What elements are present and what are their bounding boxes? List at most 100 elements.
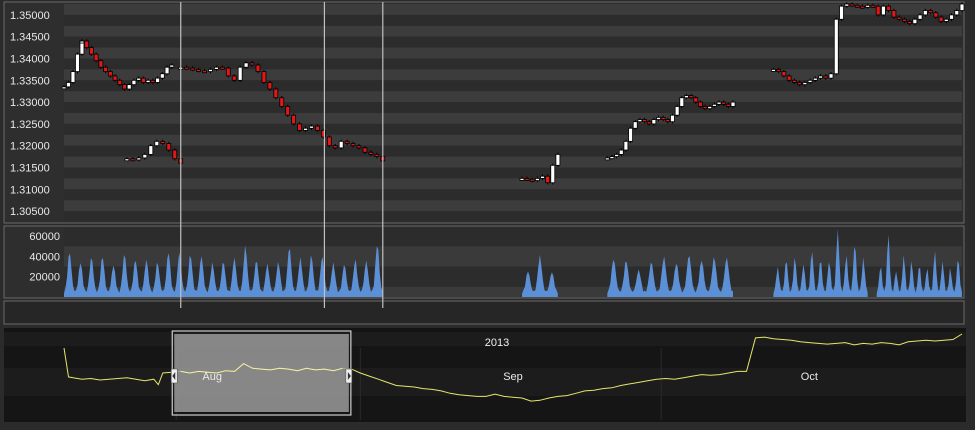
candle-up[interactable] <box>75 53 80 72</box>
candle-down[interactable] <box>150 79 156 83</box>
candle-down[interactable] <box>122 84 127 90</box>
candle-down[interactable] <box>896 16 902 20</box>
candle-up[interactable] <box>949 14 954 20</box>
candle-up[interactable] <box>145 79 151 83</box>
candle-up[interactable] <box>303 127 308 131</box>
candle-down[interactable] <box>362 147 368 153</box>
candle-up[interactable] <box>812 77 818 81</box>
candle-up[interactable] <box>881 5 886 16</box>
candle-up[interactable] <box>519 177 525 181</box>
candle-down[interactable] <box>172 149 178 160</box>
candle-up[interactable] <box>604 157 610 161</box>
candle-up[interactable] <box>555 154 561 166</box>
candle-up[interactable] <box>628 127 633 142</box>
candle-up[interactable] <box>550 164 556 184</box>
candle-down[interactable] <box>545 175 551 184</box>
candle-down[interactable] <box>529 178 535 182</box>
candle-down[interactable] <box>107 71 113 77</box>
candle-down[interactable] <box>665 119 671 123</box>
candle-up[interactable] <box>828 73 834 79</box>
candle-down[interactable] <box>261 71 267 83</box>
candle-down[interactable] <box>160 140 166 144</box>
candle-down[interactable] <box>786 75 792 81</box>
candle-up[interactable] <box>208 69 213 72</box>
candle-down[interactable] <box>875 5 881 16</box>
candle-down[interactable] <box>285 106 291 116</box>
candle-up[interactable] <box>338 140 344 149</box>
navigator-selection-window[interactable] <box>174 334 349 412</box>
candle-down[interactable] <box>89 47 94 55</box>
candle-down[interactable] <box>332 145 338 149</box>
candle-up[interactable] <box>674 106 680 116</box>
candle-up[interactable] <box>79 40 85 44</box>
candle-down[interactable] <box>721 101 727 105</box>
candle-down[interactable] <box>166 143 172 151</box>
candle-down[interactable] <box>267 82 273 90</box>
candle-down[interactable] <box>130 158 136 162</box>
candle-down[interactable] <box>368 151 374 155</box>
candle-down[interactable] <box>938 16 944 22</box>
candle-down[interactable] <box>907 21 913 25</box>
candle-up[interactable] <box>142 154 148 159</box>
candle-down[interactable] <box>849 3 855 7</box>
candle-up[interactable] <box>917 14 923 20</box>
candle-down[interactable] <box>891 10 897 18</box>
candle-down[interactable] <box>84 40 90 49</box>
candle-down[interactable] <box>860 5 865 9</box>
candle-down[interactable] <box>524 177 530 181</box>
candle-down[interactable] <box>98 60 104 68</box>
candle-up[interactable] <box>61 86 67 90</box>
candle-up[interactable] <box>169 64 175 68</box>
candle-up[interactable] <box>609 156 615 160</box>
candle-up[interactable] <box>155 77 160 83</box>
candle-down[interactable] <box>725 103 731 107</box>
candle-up[interactable] <box>66 82 71 88</box>
candle-down[interactable] <box>350 143 356 147</box>
candle-up[interactable] <box>679 97 685 107</box>
candle-up[interactable] <box>865 4 871 8</box>
candle-down[interactable] <box>933 12 939 18</box>
candle-down[interactable] <box>776 69 782 72</box>
candle-down[interactable] <box>356 145 362 149</box>
candle-down[interactable] <box>315 125 320 131</box>
candle-down[interactable] <box>698 101 703 107</box>
candle-up[interactable] <box>124 158 130 162</box>
candle-down[interactable] <box>184 66 190 70</box>
candle-down[interactable] <box>344 140 350 144</box>
candle-down[interactable] <box>797 82 803 86</box>
candle-down[interactable] <box>870 4 876 8</box>
candle-up[interactable] <box>632 121 638 129</box>
candle-up[interactable] <box>614 154 620 157</box>
candle-down[interactable] <box>190 67 196 71</box>
candle-down[interactable] <box>693 97 699 103</box>
candle-up[interactable] <box>684 95 689 99</box>
candle-up[interactable] <box>833 18 839 75</box>
candle-down[interactable] <box>854 4 860 8</box>
candle-down[interactable] <box>103 66 108 72</box>
candle-up[interactable] <box>711 103 717 107</box>
candle-down[interactable] <box>660 116 666 120</box>
candle-up[interactable] <box>818 75 823 79</box>
candle-up[interactable] <box>126 84 132 90</box>
candle-down[interactable] <box>646 121 652 125</box>
candle-down[interactable] <box>374 154 380 157</box>
candle-down[interactable] <box>791 79 797 83</box>
candle-up[interactable] <box>623 140 629 151</box>
candle-up[interactable] <box>159 73 165 79</box>
candle-down[interactable] <box>297 123 302 131</box>
candle-up[interactable] <box>943 18 949 22</box>
candle-up[interactable] <box>912 18 918 25</box>
candle-up[interactable] <box>656 116 661 120</box>
candle-down[interactable] <box>141 77 146 83</box>
candle-down[interactable] <box>823 75 829 79</box>
candle-down[interactable] <box>112 75 118 81</box>
candle-up[interactable] <box>707 106 713 110</box>
candle-down[interactable] <box>688 95 694 99</box>
candle-up[interactable] <box>164 66 170 75</box>
candle-down[interactable] <box>326 136 332 147</box>
candle-up[interactable] <box>618 149 624 155</box>
candle-down[interactable] <box>249 62 255 66</box>
navigator-selection[interactable] <box>170 330 353 416</box>
candle-up[interactable] <box>651 119 657 125</box>
candle-up[interactable] <box>309 125 314 129</box>
